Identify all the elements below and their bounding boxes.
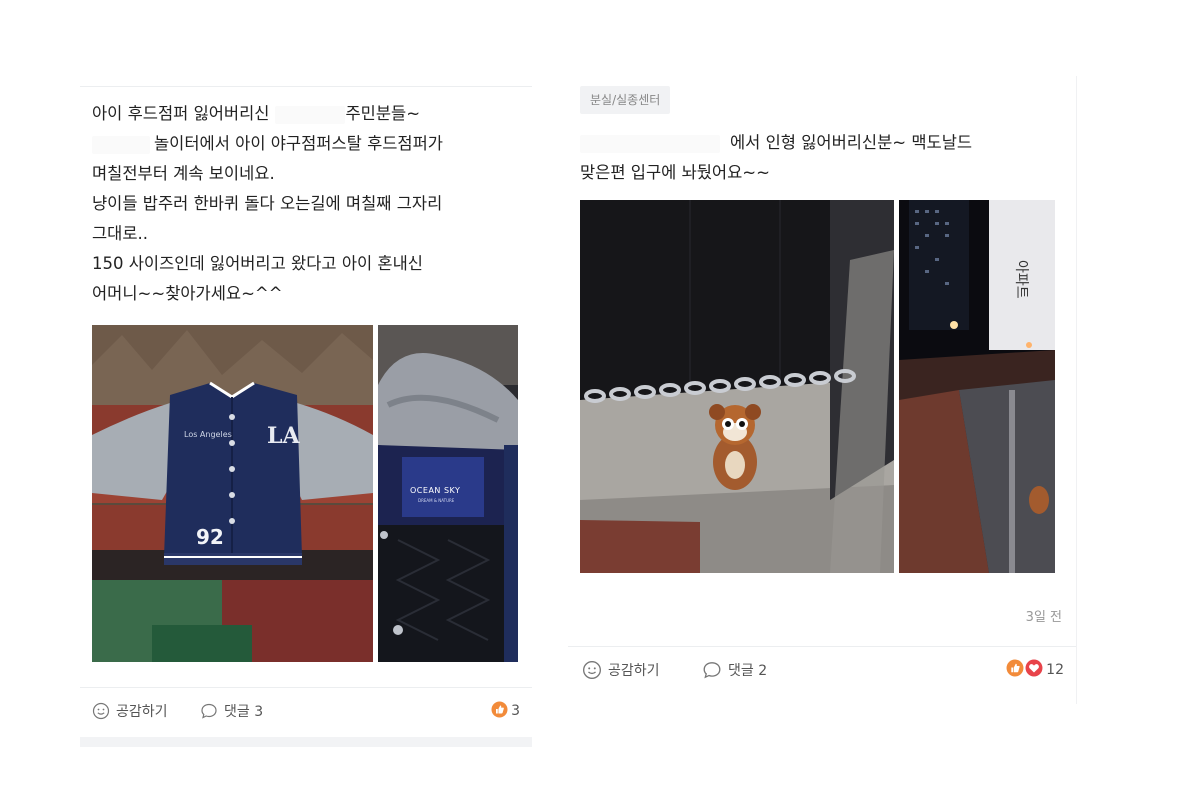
post-card-lost-doll: 분실/실종센터 에서 인형 잃어버리신분~ 맥도날드 맞은편 입구에 놔뒀어요~… bbox=[568, 76, 1077, 704]
post-timestamp: 3일 전 bbox=[1025, 610, 1062, 625]
reaction-count: 12 bbox=[1046, 662, 1064, 678]
comment-icon bbox=[703, 662, 721, 679]
reaction-summary[interactable]: 12 bbox=[1006, 647, 1064, 693]
comment-button[interactable]: 댓글 3 bbox=[200, 688, 263, 734]
smile-icon bbox=[583, 661, 601, 679]
post-text-line: 냥이들 밥주러 한바퀴 돌다 오는길에 며칠째 그자리 bbox=[92, 194, 443, 213]
svg-text:Los Angeles: Los Angeles bbox=[184, 430, 232, 439]
empathize-label: 공감하기 bbox=[116, 704, 168, 720]
heart-reaction-icon bbox=[1025, 659, 1043, 681]
category-tag[interactable]: 분실/실종센터 bbox=[580, 86, 671, 114]
comment-count-label: 댓글 3 bbox=[224, 704, 264, 720]
brand-label-main: OCEAN SKY bbox=[410, 486, 461, 495]
like-reaction-icon bbox=[491, 701, 508, 722]
post-text-line: 놀이터에서 아이 야구점퍼스탈 후드점퍼가 bbox=[154, 134, 443, 153]
post-body: 아이 후드점퍼 잃어버리신 주민분들~ 놀이터에서 아이 야구점퍼스탈 후드점퍼가… bbox=[92, 99, 522, 309]
photo-street-at-night[interactable]: 아파트 bbox=[899, 200, 1055, 573]
photo-doll-near-chain[interactable] bbox=[580, 200, 894, 573]
post-body: 에서 인형 잃어버리신분~ 맥도날드 맞은편 입구에 놔뒀어요~~ bbox=[580, 128, 1060, 188]
reaction-summary[interactable]: 3 bbox=[491, 688, 520, 734]
like-reaction-icon bbox=[1006, 659, 1024, 681]
post-text-line: 맞은편 입구에 놔뒀어요~~ bbox=[580, 163, 770, 182]
smile-icon bbox=[92, 702, 110, 720]
svg-text:아파트: 아파트 bbox=[1013, 260, 1029, 299]
card-divider bbox=[80, 737, 532, 747]
empathize-label: 공감하기 bbox=[608, 663, 660, 679]
empathize-button[interactable]: 공감하기 bbox=[582, 647, 660, 693]
svg-text:LA: LA bbox=[267, 423, 300, 449]
brand-label-sub: DREAM & NATURE bbox=[418, 498, 455, 503]
empathize-button[interactable]: 공감하기 bbox=[92, 688, 168, 734]
redacted-location bbox=[275, 105, 346, 124]
redacted-location bbox=[92, 135, 150, 154]
post-text-line: 에서 인형 잃어버리신분~ 맥도날드 bbox=[730, 133, 973, 152]
photo-jacket-label[interactable]: OCEAN SKY DREAM & NATURE bbox=[378, 325, 518, 662]
photo-jacket-on-bench[interactable]: LA Los Angeles 92 bbox=[92, 325, 373, 662]
post-text-line: 어머니~~찾아가세요~^^ bbox=[92, 284, 283, 303]
comment-button[interactable]: 댓글 2 bbox=[702, 647, 767, 693]
comment-count-label: 댓글 2 bbox=[728, 663, 768, 679]
post-action-bar: 공감하기 댓글 2 12 bbox=[568, 646, 1076, 693]
post-text-line: 그대로.. bbox=[92, 224, 149, 243]
post-text-line: 며칠전부터 계속 보이네요. bbox=[92, 164, 275, 183]
reaction-count: 3 bbox=[511, 703, 520, 719]
post-card-hood-jacket: 아이 후드점퍼 잃어버리신 주민분들~ 놀이터에서 아이 야구점퍼스탈 후드점퍼가… bbox=[80, 86, 532, 747]
jacket-number-label: 92 bbox=[196, 525, 224, 549]
post-text-line: 주민분들~ bbox=[345, 104, 421, 123]
redacted-location bbox=[580, 134, 720, 153]
post-action-bar: 공감하기 댓글 3 3 bbox=[80, 687, 532, 734]
post-text-line: 아이 후드점퍼 잃어버리신 bbox=[92, 104, 270, 123]
comment-icon bbox=[201, 703, 217, 719]
post-text-line: 150 사이즈인데 잃어버리고 왔다고 아이 혼내신 bbox=[92, 254, 423, 273]
